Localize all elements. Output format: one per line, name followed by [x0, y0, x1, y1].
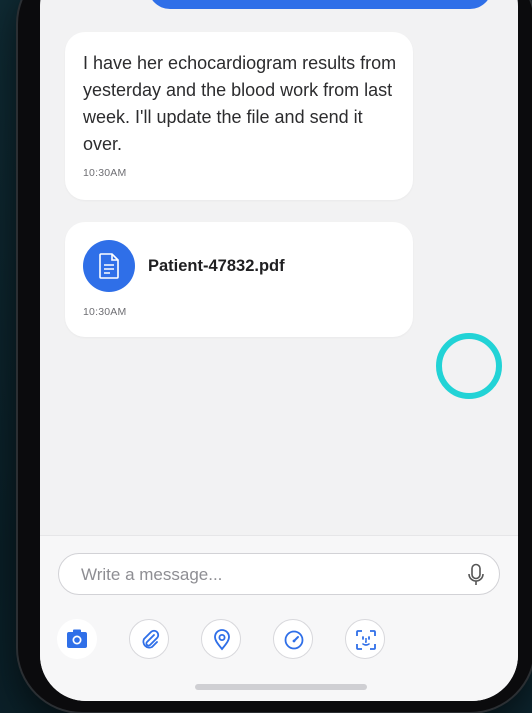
microphone-icon[interactable]	[467, 563, 485, 587]
message-timestamp: 10:30AM	[83, 306, 127, 318]
document-icon	[83, 240, 135, 292]
timer-button[interactable]	[273, 619, 313, 659]
message-timestamp: 10:30AM	[83, 167, 127, 179]
incoming-message-bubble[interactable]: I have her echocardiogram results from y…	[65, 32, 413, 200]
incoming-file-message[interactable]: Patient-47832.pdf 10:30AM	[65, 222, 413, 337]
message-input[interactable]	[79, 562, 453, 588]
chat-screen: I have her echocardiogram results from y…	[40, 0, 518, 701]
previous-outgoing-message-bubble	[148, 0, 492, 9]
file-name[interactable]: Patient-47832.pdf	[148, 257, 285, 276]
home-indicator	[195, 684, 367, 690]
location-button[interactable]	[201, 619, 241, 659]
attachment-button[interactable]	[129, 619, 169, 659]
typing-indicator-ring	[436, 333, 502, 399]
message-text: I have her echocardiogram results from y…	[83, 53, 397, 154]
message-composer	[40, 535, 518, 701]
message-input-box	[58, 553, 500, 595]
face-scan-button[interactable]	[345, 619, 385, 659]
camera-button[interactable]	[57, 619, 97, 659]
